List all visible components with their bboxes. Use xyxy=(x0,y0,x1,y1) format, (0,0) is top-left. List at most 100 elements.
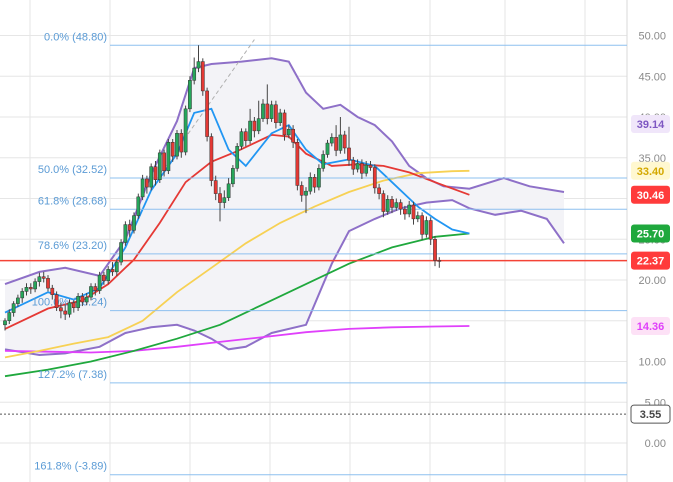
price-badge-0: 39.14 xyxy=(631,115,670,134)
candle-body xyxy=(28,287,33,290)
candle-body xyxy=(7,312,12,322)
price-badge-text: 14.36 xyxy=(637,321,665,333)
candle-body xyxy=(420,215,424,235)
fib-label-0: 0.0% (48.80) xyxy=(44,31,107,43)
candle-body xyxy=(179,133,184,153)
candle-body xyxy=(317,168,321,188)
candle-body xyxy=(437,260,442,262)
candle-body xyxy=(114,261,119,273)
candle-body xyxy=(140,178,145,198)
candle-body xyxy=(218,193,222,203)
candle-body xyxy=(269,104,274,119)
candle-body xyxy=(282,112,287,136)
candle-body xyxy=(252,120,257,132)
candle-body xyxy=(205,90,209,137)
fib-label-3: 78.6% (23.20) xyxy=(38,240,107,252)
price-badge-text: 22.37 xyxy=(637,256,665,268)
candle-body xyxy=(278,112,283,123)
price-chart[interactable]: 0.0% (48.80) 50.0% (32.52) 61.8% (28.68) 78… xyxy=(0,0,673,482)
candle-body xyxy=(377,187,381,194)
candle-body xyxy=(11,303,16,313)
candle-body xyxy=(239,131,244,147)
candle-body xyxy=(248,120,252,141)
candle-body xyxy=(157,152,162,181)
candle-body xyxy=(342,134,347,149)
candle-body xyxy=(360,163,364,174)
candle-body xyxy=(162,152,166,172)
price-badge-text: 3.55 xyxy=(640,409,661,421)
price-badge-2: 30.46 xyxy=(631,185,670,204)
candle-body xyxy=(67,302,72,315)
candle-body xyxy=(364,164,369,174)
candle-body xyxy=(415,215,420,220)
candle-body xyxy=(119,242,123,263)
candle-body xyxy=(106,269,111,282)
candle-body xyxy=(188,80,192,110)
candle-body xyxy=(102,274,106,282)
candle-body xyxy=(329,137,334,144)
candle-body xyxy=(433,239,437,261)
candle-body xyxy=(355,163,360,170)
price-badge-6: 3.55 xyxy=(630,404,671,424)
candle-body xyxy=(312,177,317,188)
candle-body xyxy=(428,220,433,240)
candle-body xyxy=(274,104,278,123)
y-tick-label-2: 10.00 xyxy=(638,357,666,369)
candle-body xyxy=(110,269,115,273)
candle-body xyxy=(347,147,351,161)
candle-body xyxy=(261,103,265,119)
candle-body xyxy=(407,204,412,215)
price-badge-text: 39.14 xyxy=(637,119,665,131)
candle-body xyxy=(50,287,55,295)
candle-body xyxy=(295,142,300,186)
price-badge-text: 25.70 xyxy=(637,229,665,241)
candle-body xyxy=(321,154,326,169)
candle-body xyxy=(209,136,214,181)
candle-body xyxy=(351,159,356,170)
candle-body xyxy=(372,167,377,189)
candle-body xyxy=(59,307,63,312)
candle-body xyxy=(403,208,407,215)
candle-body xyxy=(390,199,394,208)
candle-body xyxy=(145,178,149,188)
candle-body xyxy=(226,183,231,198)
candle-body xyxy=(123,224,128,243)
candle-body xyxy=(80,296,85,303)
candle-body xyxy=(46,278,50,289)
candle-body xyxy=(368,164,373,168)
fib-label-5: 127.2% (7.38) xyxy=(38,369,107,381)
candle-body xyxy=(41,276,46,279)
candle-body xyxy=(89,286,93,298)
candle-body xyxy=(175,133,179,157)
candle-body xyxy=(84,296,89,303)
candle-body xyxy=(394,202,399,208)
candle-body xyxy=(222,197,227,203)
candle-body xyxy=(132,215,136,231)
candle-body xyxy=(256,118,261,132)
candle-body xyxy=(63,310,68,315)
price-badge-5: 14.36 xyxy=(631,316,670,335)
candle-body xyxy=(286,128,291,136)
chart-root: 0.0% (48.80) 50.0% (32.52) 61.8% (28.68) 78… xyxy=(0,0,673,482)
price-badge-text: 30.46 xyxy=(637,190,665,202)
y-tick-label-0: 0.00 xyxy=(645,438,666,450)
fib-label-1: 50.0% (32.52) xyxy=(38,164,107,176)
candle-body xyxy=(385,199,390,212)
candle-body xyxy=(192,67,197,81)
candle-body xyxy=(76,296,80,308)
candle-body xyxy=(20,291,25,299)
candle-body xyxy=(334,137,338,151)
candle-body xyxy=(291,128,295,143)
candle-body xyxy=(196,61,201,69)
candle-body xyxy=(149,166,154,188)
price-badge-4: 22.37 xyxy=(631,251,670,270)
candle-body xyxy=(299,185,304,196)
price-badge-1: 33.40 xyxy=(631,161,670,180)
candle-body xyxy=(231,168,235,185)
candle-body xyxy=(398,202,403,210)
candle-body xyxy=(24,287,29,292)
candle-body xyxy=(16,297,20,304)
candle-body xyxy=(37,276,42,282)
candle-body xyxy=(338,134,343,151)
candle-body xyxy=(424,220,429,235)
